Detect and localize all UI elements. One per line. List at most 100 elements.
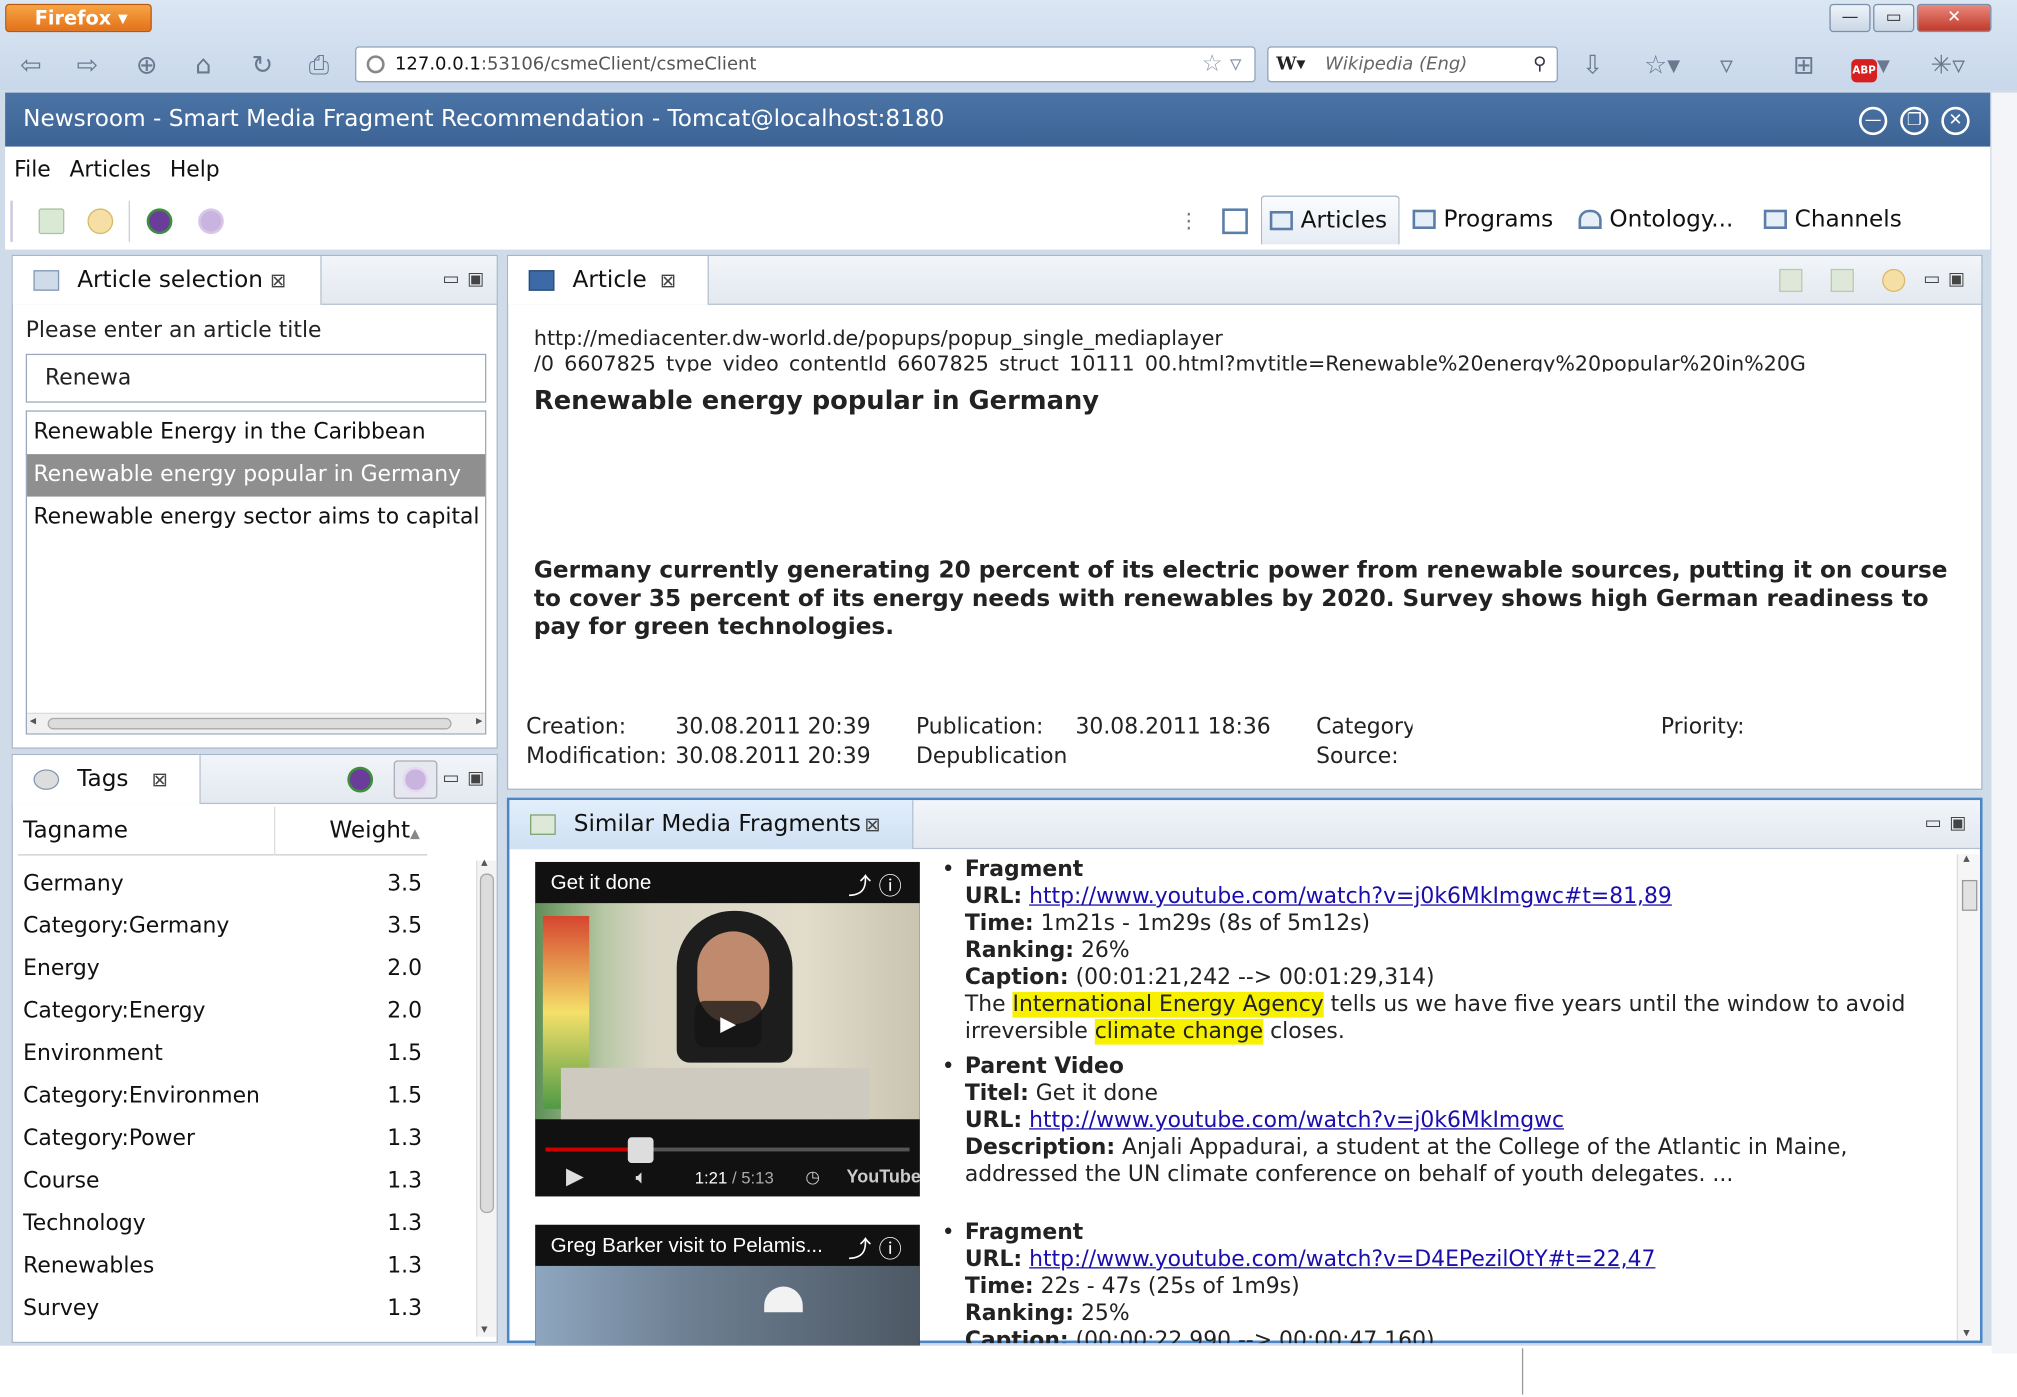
watch-later-icon[interactable]: ◷ xyxy=(805,1168,820,1187)
scroll-thumb[interactable] xyxy=(1961,879,1978,911)
share-info-icons[interactable]: ⤴ ⓘ xyxy=(848,1231,902,1264)
app-close-icon[interactable]: ✕ xyxy=(1941,106,1970,136)
table-row[interactable]: Category:Environmen 1.5 xyxy=(23,1076,435,1118)
video-player[interactable]: ▶ Get it done ⤴ ⓘ ▶ 🔈︎ 1:21 / 5:13 ◷ You… xyxy=(535,861,920,1197)
scroll-thumb[interactable] xyxy=(479,873,495,1214)
column-weight[interactable]: Weight▲ xyxy=(329,807,420,856)
article-url[interactable]: http://mediacenter.dw-world.de/popups/po… xyxy=(534,325,1952,371)
print-icon[interactable]: ⎙ xyxy=(304,49,335,80)
search-fragments-icon[interactable] xyxy=(87,208,114,235)
close-tab-icon[interactable]: ⊠ xyxy=(865,800,881,849)
list-item[interactable]: Renewable Energy in the Caribbean xyxy=(27,412,485,454)
scroll-right-icon[interactable]: ▸ xyxy=(476,714,482,728)
status-bar xyxy=(0,1345,2017,1397)
add-tag-icon[interactable] xyxy=(347,766,374,793)
share-info-icons[interactable]: ⤴ ⓘ xyxy=(848,868,902,901)
scroll-down-icon[interactable]: ▾ xyxy=(481,1323,487,1337)
bookmarks-menu-icon[interactable]: ☆▾ xyxy=(1636,49,1687,80)
close-tab-icon[interactable]: ⊠ xyxy=(152,755,168,804)
fragment-url-link[interactable]: http://www.youtube.com/watch?v=j0k6MkImg… xyxy=(1029,884,1672,910)
open-perspective-icon[interactable] xyxy=(1222,208,1248,235)
panel-minmax-icon[interactable]: ▭▣ xyxy=(443,269,492,290)
firefox-menu-button[interactable]: Firefox ▾ xyxy=(5,3,152,33)
close-tab-icon[interactable]: ⊠ xyxy=(270,256,286,305)
vertical-scrollbar[interactable]: ▴ ▾ xyxy=(1956,852,1980,1341)
add-tag-icon[interactable] xyxy=(146,208,173,235)
article-title-input[interactable]: Renewa xyxy=(25,353,487,403)
column-tagname[interactable]: Tagname xyxy=(23,806,276,856)
perspective-channels[interactable]: Channels xyxy=(1756,196,1908,245)
close-window-button[interactable]: ✕ xyxy=(1916,3,1992,33)
tag-name: Environment xyxy=(23,1040,163,1067)
video-scrubber-handle[interactable] xyxy=(627,1137,653,1163)
fragment-time: 22s - 47s (25s of 1m9s) xyxy=(1040,1273,1300,1300)
extension-icon[interactable]: ✳▿ xyxy=(1919,49,1976,80)
tab-similar-media[interactable]: Similar Media Fragments ⊠ xyxy=(509,800,914,850)
app-restore-icon[interactable]: ❐ xyxy=(1900,106,1929,136)
minimize-window-button[interactable]: — xyxy=(1829,3,1871,33)
back-icon[interactable]: ⇦ xyxy=(15,49,46,80)
new-tab-icon[interactable]: ⊕ xyxy=(131,49,162,80)
table-row[interactable]: Category:Germany 3.5 xyxy=(23,906,435,948)
perspective-programs[interactable]: Programs xyxy=(1405,196,1565,245)
table-row[interactable]: Germany 3.5 xyxy=(23,863,435,905)
bookmark-star-icon[interactable]: ☆ ▿ xyxy=(1202,48,1242,81)
list-item-selected[interactable]: Renewable energy popular in Germany xyxy=(27,454,486,497)
search-icon[interactable]: ⚲ xyxy=(1533,48,1546,81)
horizontal-scrollbar[interactable]: ◂ ▸ xyxy=(27,712,486,734)
list-item[interactable]: Renewable energy sector aims to capital xyxy=(27,497,485,539)
scroll-up-icon[interactable]: ▴ xyxy=(481,856,487,870)
maximize-window-button[interactable]: ▭ xyxy=(1873,3,1915,33)
fragment-url-link[interactable]: http://www.youtube.com/watch?v=D4EPezilO… xyxy=(1029,1247,1655,1273)
app-minimize-icon[interactable]: — xyxy=(1858,106,1888,136)
url-bar[interactable]: 127.0.0.1:53106/csmeClient/csmeClient ☆ … xyxy=(355,46,1256,83)
downloads-icon[interactable]: ⇩ xyxy=(1577,49,1608,80)
panel-minmax-icon[interactable]: ▭▣ xyxy=(443,768,492,789)
table-row[interactable]: Survey 1.3 xyxy=(23,1288,435,1330)
menu-help[interactable]: Help xyxy=(170,157,220,183)
table-row[interactable]: Energy 2.0 xyxy=(23,948,435,990)
panel-minmax-icon[interactable]: ▭▣ xyxy=(1925,813,1974,834)
scroll-left-icon[interactable]: ◂ xyxy=(30,714,36,728)
wikipedia-icon[interactable]: W▾ xyxy=(1276,48,1305,81)
menu-articles[interactable]: Articles xyxy=(69,157,151,183)
table-row[interactable]: Category:Power 1.3 xyxy=(23,1118,435,1160)
remove-tag-icon[interactable] xyxy=(198,208,224,235)
table-row[interactable]: Renewables 1.3 xyxy=(23,1245,435,1287)
perspective-articles[interactable]: Articles xyxy=(1260,195,1400,245)
home-icon[interactable]: ⌂ xyxy=(188,49,219,80)
close-tab-icon[interactable]: ⊠ xyxy=(660,256,676,305)
panel-minmax-icon[interactable]: ▭▣ xyxy=(1923,269,1972,290)
reload-icon[interactable]: ↻ xyxy=(247,49,278,80)
menu-file[interactable]: File xyxy=(14,157,51,183)
perspective-ontology[interactable]: Ontology... xyxy=(1571,196,1749,245)
scroll-up-icon[interactable]: ▴ xyxy=(1963,852,1969,866)
table-row[interactable]: Course 1.3 xyxy=(23,1160,435,1202)
youtube-logo-icon[interactable]: YouTube xyxy=(847,1166,920,1187)
recommend-icon[interactable] xyxy=(1882,268,1906,293)
save-article-icon[interactable] xyxy=(38,208,65,235)
play-overlay-icon[interactable]: ▶ xyxy=(694,1000,762,1048)
export-icon[interactable] xyxy=(1779,268,1803,293)
play-icon[interactable]: ▶ xyxy=(566,1163,584,1190)
scroll-down-icon[interactable]: ▾ xyxy=(1963,1326,1969,1340)
table-row[interactable]: Category:Energy 2.0 xyxy=(23,991,435,1033)
remove-tag-button[interactable] xyxy=(393,760,438,799)
table-row[interactable]: Technology 1.3 xyxy=(23,1203,435,1245)
toolbar-dropdown-icon[interactable]: ▿ xyxy=(1711,49,1742,80)
search-bar[interactable]: W▾ Wikipedia (Eng) ⚲ xyxy=(1267,46,1558,83)
volume-icon[interactable]: 🔈︎ xyxy=(636,1166,648,1189)
video-player[interactable]: Greg Barker visit to Pelamis... ⤴ ⓘ xyxy=(535,1224,920,1346)
parent-url-link[interactable]: http://www.youtube.com/watch?v=j0k6MkImg… xyxy=(1029,1108,1564,1134)
tab-tags[interactable]: Tags ⊠ xyxy=(12,755,201,805)
adblock-icon[interactable]: ABP▾ xyxy=(1845,49,1896,83)
forward-icon[interactable]: ⇨ xyxy=(72,49,103,80)
table-row[interactable]: Environment 1.5 xyxy=(23,1033,435,1075)
save-icon[interactable] xyxy=(1830,268,1854,293)
tab-article-selection[interactable]: Article selection ⊠ xyxy=(12,256,322,305)
vertical-scrollbar[interactable]: ▴ ▾ xyxy=(476,856,497,1337)
tab-groups-icon[interactable]: ⊞ xyxy=(1788,49,1819,80)
scroll-thumb[interactable] xyxy=(47,717,452,730)
site-identity-icon[interactable] xyxy=(366,55,385,74)
tab-article[interactable]: Article ⊠ xyxy=(508,256,709,305)
